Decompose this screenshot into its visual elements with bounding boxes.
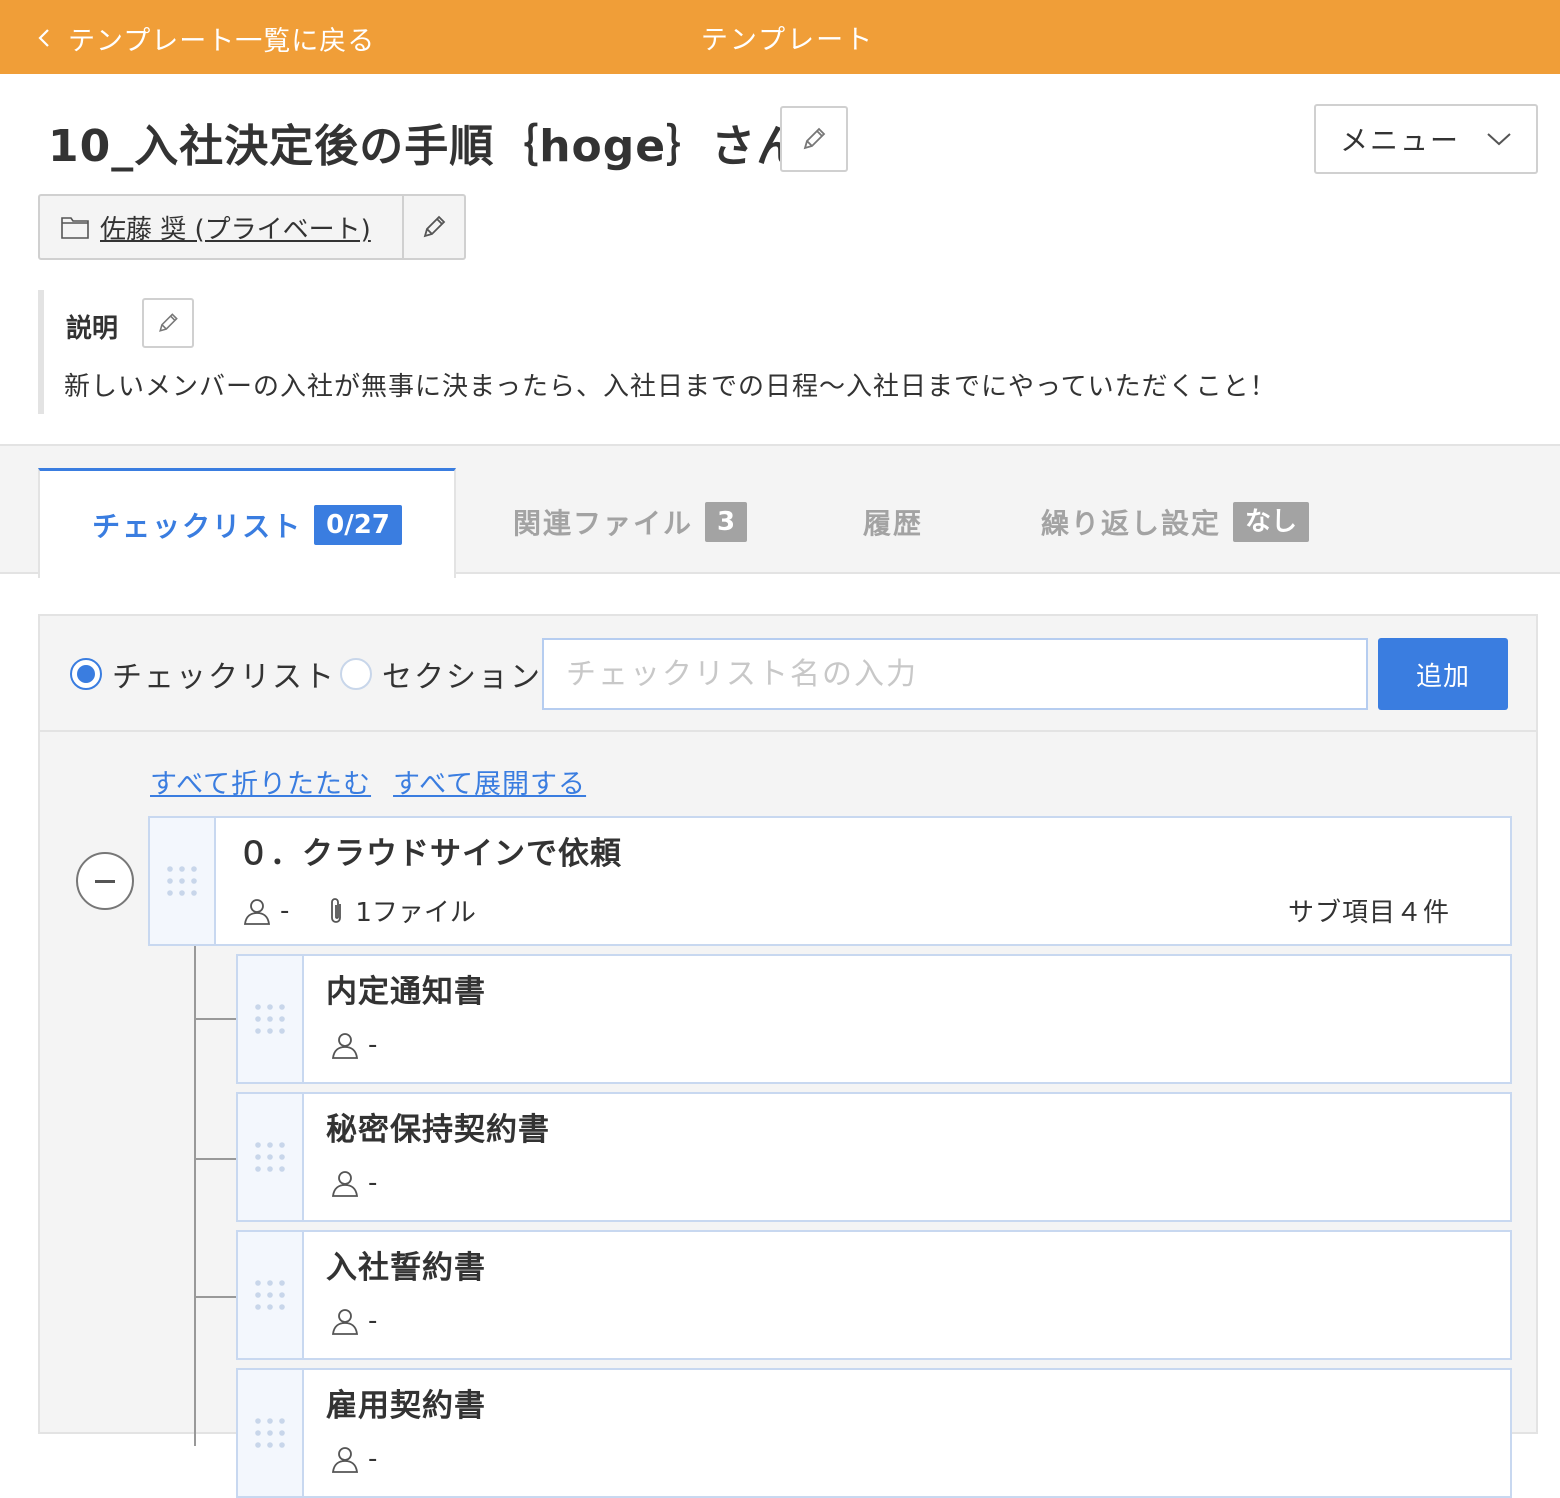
section-body: ０．クラウドサインで依頼 - 1ファイル サブ項目４件: [216, 818, 1510, 944]
header-title: テンプレート: [700, 25, 875, 56]
radio-checklist[interactable]: チェックリスト: [70, 652, 336, 696]
drag-handle[interactable]: [238, 956, 304, 1082]
sub-item-body: 内定通知書 -: [304, 956, 1510, 1082]
section-meta: - 1ファイル: [242, 892, 476, 929]
paperclip-icon: [331, 897, 342, 923]
expand-all-link[interactable]: すべて展開する: [393, 762, 586, 801]
tab-related-files[interactable]: 関連ファイル 3: [500, 468, 760, 576]
description-label: 説明: [66, 314, 119, 344]
tree-line: [194, 946, 196, 1446]
folder-name: 佐藤 奨 (プライベート): [100, 214, 371, 245]
tab-label: 関連ファイル: [512, 507, 693, 540]
drag-dots-icon: [255, 1418, 285, 1448]
sub-item-card[interactable]: 入社誓約書 -: [236, 1230, 1512, 1360]
tab-label: 履歴: [862, 507, 923, 540]
tab-history[interactable]: 履歴: [840, 468, 946, 576]
tab-badge: 3: [704, 502, 748, 542]
sub-item-count: サブ項目４件: [1287, 898, 1450, 928]
sub-item-title: 内定通知書: [326, 974, 486, 1010]
sub-item-title: 入社誓約書: [326, 1250, 486, 1286]
sub-item-title: 秘密保持契約書: [326, 1112, 550, 1148]
top-bar: テンプレート一覧に戻る テンプレート: [0, 0, 1560, 74]
drag-dots-icon: [255, 1280, 285, 1310]
pencil-icon: [159, 313, 178, 332]
assignee-value: -: [368, 1168, 378, 1198]
tab-badge: なし: [1233, 502, 1310, 542]
assignee-value: -: [368, 1306, 378, 1336]
collapse-all-link[interactable]: すべて折りたたむ: [150, 762, 371, 801]
minus-icon: [95, 879, 115, 883]
drag-handle[interactable]: [238, 1232, 304, 1358]
collapse-section-button[interactable]: [76, 852, 134, 910]
drag-dots-icon: [167, 866, 197, 896]
expand-collapse-links: すべて折りたたむ すべて展開する: [150, 762, 586, 801]
checklist-panel: チェックリスト セクション 追加 すべて折りたたむ すべて展開する ０．クラウド…: [38, 614, 1538, 1498]
user-icon: [243, 898, 271, 925]
sub-item-meta: -: [330, 1444, 377, 1474]
edit-title-button[interactable]: [780, 106, 848, 172]
sub-item-card[interactable]: 雇用契約書 -: [236, 1368, 1512, 1498]
user-icon: [331, 1033, 359, 1059]
assignee-value: -: [368, 1444, 378, 1474]
drag-handle[interactable]: [238, 1094, 304, 1220]
template-title: 10_入社決定後の手順｛hoge｝さん: [48, 121, 802, 172]
folder-link[interactable]: 佐藤 奨 (プライベート): [40, 196, 404, 258]
assignee-value: -: [280, 895, 290, 926]
sub-item-body: 雇用契約書 -: [304, 1370, 1510, 1496]
section-title: ０．クラウドサインで依頼: [238, 836, 622, 872]
section-card[interactable]: ０．クラウドサインで依頼 - 1ファイル サブ項目４件: [148, 816, 1512, 946]
tab-label: チェックリスト: [92, 509, 303, 543]
radio-unchecked-icon: [340, 658, 372, 690]
tab-label: 繰り返し設定: [1040, 507, 1221, 540]
file-count: 1ファイル: [355, 898, 476, 928]
drag-handle[interactable]: [150, 818, 216, 944]
menu-label: メニュー: [1339, 124, 1460, 157]
checklist-name-input[interactable]: [542, 638, 1368, 710]
user-icon: [331, 1309, 359, 1335]
tree-branch: [194, 1018, 238, 1020]
user-icon: [331, 1171, 359, 1197]
folder-selector: 佐藤 奨 (プライベート): [38, 194, 466, 260]
description-text: 新しいメンバーの入社が無事に決まったら、入社日までの日程〜入社日までにやっていた…: [64, 372, 1277, 402]
tree-branch: [194, 1158, 238, 1160]
drag-dots-icon: [255, 1004, 285, 1034]
radio-checked-icon: [70, 658, 102, 690]
description-block: 説明 新しいメンバーの入社が無事に決まったら、入社日までの日程〜入社日までにやっ…: [38, 290, 1518, 414]
sub-item-meta: -: [330, 1030, 377, 1060]
drag-dots-icon: [255, 1142, 285, 1172]
tab-bar: チェックリスト 0/27 関連ファイル 3 履歴 繰り返し設定 なし: [0, 444, 1560, 578]
user-icon: [331, 1447, 359, 1473]
drag-handle[interactable]: [238, 1370, 304, 1496]
sub-item-card[interactable]: 秘密保持契約書 -: [236, 1092, 1512, 1222]
tab-checklist[interactable]: チェックリスト 0/27: [38, 468, 456, 578]
folder-icon: [61, 217, 89, 239]
radio-label: セクション: [382, 660, 542, 695]
tab-repeat-settings[interactable]: 繰り返し設定 なし: [1030, 468, 1320, 576]
pencil-icon: [423, 215, 446, 238]
sub-item-body: 入社誓約書 -: [304, 1232, 1510, 1358]
add-item-form: チェックリスト セクション 追加: [40, 616, 1536, 732]
edit-folder-button[interactable]: [404, 196, 464, 258]
menu-dropdown[interactable]: メニュー: [1314, 104, 1538, 174]
add-button[interactable]: 追加: [1378, 638, 1508, 710]
radio-section[interactable]: セクション: [340, 652, 542, 696]
sub-item-meta: -: [330, 1306, 377, 1336]
assignee-value: -: [368, 1030, 378, 1060]
pencil-icon: [803, 127, 826, 150]
radio-label: チェックリスト: [112, 660, 336, 695]
sub-item-title: 雇用契約書: [326, 1388, 486, 1424]
tree-branch: [194, 1296, 238, 1298]
sub-item-body: 秘密保持契約書 -: [304, 1094, 1510, 1220]
edit-description-button[interactable]: [142, 298, 194, 348]
sub-item-meta: -: [330, 1168, 377, 1198]
chevron-down-icon: [1487, 133, 1511, 146]
tab-badge: 0/27: [314, 504, 402, 545]
sub-item-card[interactable]: 内定通知書 -: [236, 954, 1512, 1084]
